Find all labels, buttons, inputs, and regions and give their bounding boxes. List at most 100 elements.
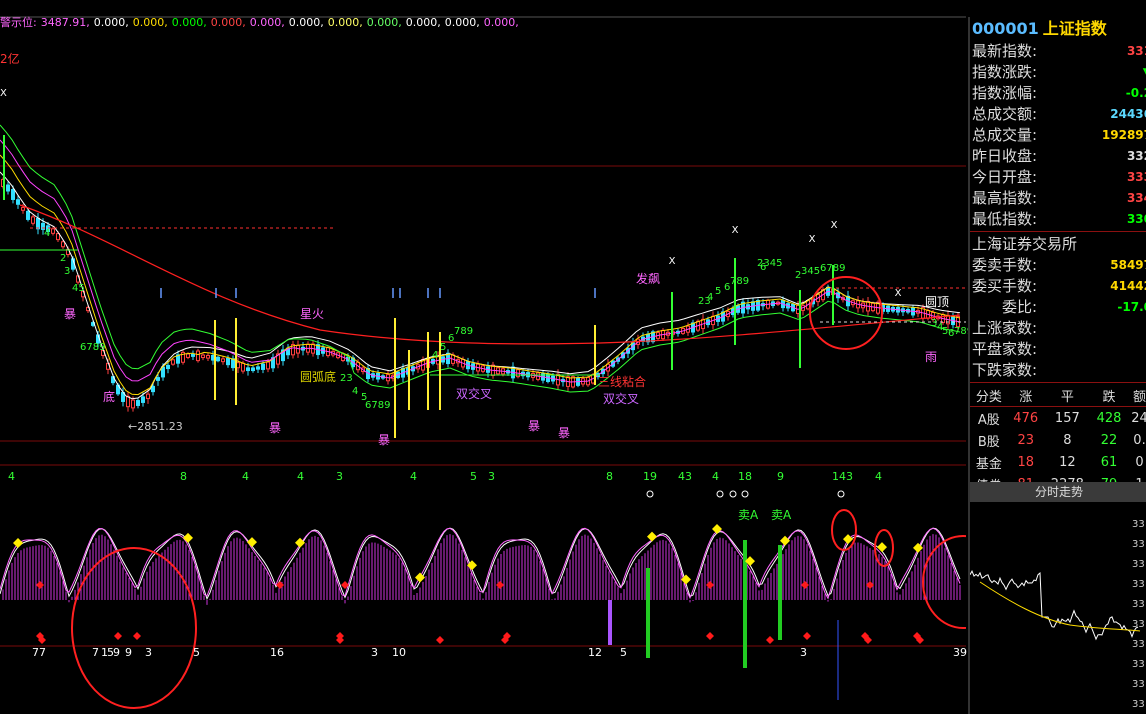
- table-cell-flat: 157: [1054, 410, 1080, 426]
- quote-label: 总成交额:: [972, 105, 1038, 123]
- count-label: 3: [800, 646, 807, 659]
- warning-value: 0.000,: [249, 16, 285, 29]
- count-label: 789: [454, 326, 474, 337]
- ring-marker: [729, 490, 737, 498]
- count-label: 3: [371, 646, 378, 659]
- kline-chart-area[interactable]: XXXXX 警示位: 3487.91, 0.000, 0.000, 0.000, 0.00…: [0, 0, 973, 714]
- candle-body: [241, 362, 245, 372]
- warning-value: 0.000,: [483, 16, 519, 29]
- quote-value: 192897: [1101, 128, 1146, 142]
- table-cell-amt: 0.: [1133, 432, 1146, 448]
- table-cell-amt: 0: [1135, 454, 1144, 470]
- quote-label: 今日开盘:: [972, 168, 1038, 186]
- count-label: 8: [180, 470, 187, 483]
- table-cell-up: 23: [1017, 432, 1034, 448]
- market-breadth-table: 分类涨平跌额 A股47615742824B股238220.基金1812610债券…: [970, 384, 1146, 495]
- candle-body: [36, 217, 40, 230]
- x-marker: X: [669, 256, 676, 267]
- signal-di: 底: [103, 390, 116, 404]
- warning-value: 0.000,: [444, 16, 480, 29]
- red-diamond-marker: [801, 581, 809, 589]
- ma-line-green: [0, 124, 961, 393]
- axis-tick-label: 33: [1132, 559, 1145, 570]
- table-row: A股 476 157 428 24: [970, 407, 1146, 430]
- candle-body: [26, 210, 30, 220]
- candle-body: [146, 393, 150, 400]
- warning-bar: 警示位: 3487.91, 0.000, 0.000, 0.000, 0.000, 0.00…: [0, 14, 527, 32]
- divider: [970, 231, 1146, 232]
- warning-value: 0.000,: [132, 16, 168, 29]
- warning-value: 0.000,: [405, 16, 441, 29]
- count-label: 10: [392, 646, 406, 659]
- quote-value: 24436: [1110, 107, 1146, 121]
- index-title[interactable]: 000001 上证指数: [970, 17, 1146, 41]
- sell-signal-a-1: 卖A: [738, 508, 759, 522]
- quote-label: 最低指数:: [972, 210, 1038, 228]
- count-label: 77: [32, 646, 46, 659]
- quote-row: 平盘家数:: [970, 339, 1146, 360]
- quote-label: 委比:: [1002, 298, 1038, 316]
- ring-marker: [837, 490, 845, 498]
- count-label: 9: [125, 646, 132, 659]
- highlight-circle: [831, 509, 857, 551]
- candle-body: [161, 366, 165, 378]
- count-label: 5: [440, 342, 447, 353]
- count-label: 18: [738, 470, 752, 483]
- quote-label: 委买手数:: [972, 277, 1038, 295]
- count-label: 3: [488, 470, 495, 483]
- axis-tick-label: 33: [1132, 639, 1145, 650]
- red-diamond-marker: [36, 581, 44, 589]
- quote-value: 331: [1126, 44, 1146, 58]
- axis-tick-label: 33: [1132, 619, 1145, 630]
- candle-body: [31, 216, 35, 224]
- quote-value: 334: [1126, 191, 1146, 205]
- red-diamond-marker: [766, 636, 774, 644]
- quote-value: -17.0: [1117, 300, 1146, 314]
- quote-row: 最低指数: 330: [970, 209, 1146, 230]
- count-label: 23: [340, 373, 353, 384]
- count-label: 4: [242, 470, 249, 483]
- intraday-mini-chart[interactable]: 33 33 33 33 33 33 33 33 33 33: [970, 507, 1146, 714]
- red-diamond-marker: [496, 581, 504, 589]
- diamond-marker: [647, 531, 657, 542]
- x-marker: X: [0, 88, 7, 99]
- table-header-row: 分类涨平跌额: [970, 384, 1146, 407]
- signal-yuanding: 圆顶: [925, 295, 950, 309]
- candle-body: [171, 359, 175, 365]
- count-label: 4: [432, 350, 439, 361]
- quote-row: 委买手数: 41442: [970, 276, 1146, 297]
- candle-body: [166, 364, 170, 370]
- signal-bao-4: 暴: [528, 419, 541, 433]
- count-label: 4: [297, 470, 304, 483]
- table-row: B股 23 8 22 0.: [970, 429, 1146, 451]
- table-header: 额: [1127, 384, 1146, 407]
- red-diamond-marker: [803, 632, 811, 640]
- axis-tick-label: 33: [1132, 699, 1145, 710]
- count-label: 2: [60, 253, 67, 264]
- candle-body: [196, 350, 200, 362]
- signal-shuangjiaocha-2: 双交叉: [603, 392, 640, 406]
- count-label: 8: [606, 470, 613, 483]
- candle-body: [51, 228, 55, 234]
- kline-chart-svg[interactable]: X X X X X: [0, 0, 966, 714]
- count-label: 4: [712, 470, 719, 483]
- quote-label: 最高指数:: [972, 189, 1038, 207]
- candle-body: [206, 355, 210, 359]
- quote-row: 今日开盘: 333: [970, 167, 1146, 188]
- warning-value: 3487.91,: [40, 16, 90, 29]
- diamond-marker: [13, 537, 23, 548]
- candle-body: [16, 199, 20, 205]
- candle-body: [266, 361, 270, 370]
- count-label: 7: [92, 646, 99, 659]
- candle-body: [61, 241, 65, 248]
- x-marker: X: [732, 225, 739, 236]
- warning-value: 0.000,: [327, 16, 363, 29]
- table-header: 涨: [1007, 384, 1044, 407]
- count-label: 4: [8, 470, 15, 483]
- count-label: 3: [336, 470, 343, 483]
- tab-intraday[interactable]: 分时走势: [970, 482, 1146, 502]
- count-label: 6789: [365, 400, 391, 411]
- candle-body: [201, 354, 205, 359]
- table-cell-amt: 24: [1131, 410, 1146, 426]
- x-marker: X: [895, 288, 902, 299]
